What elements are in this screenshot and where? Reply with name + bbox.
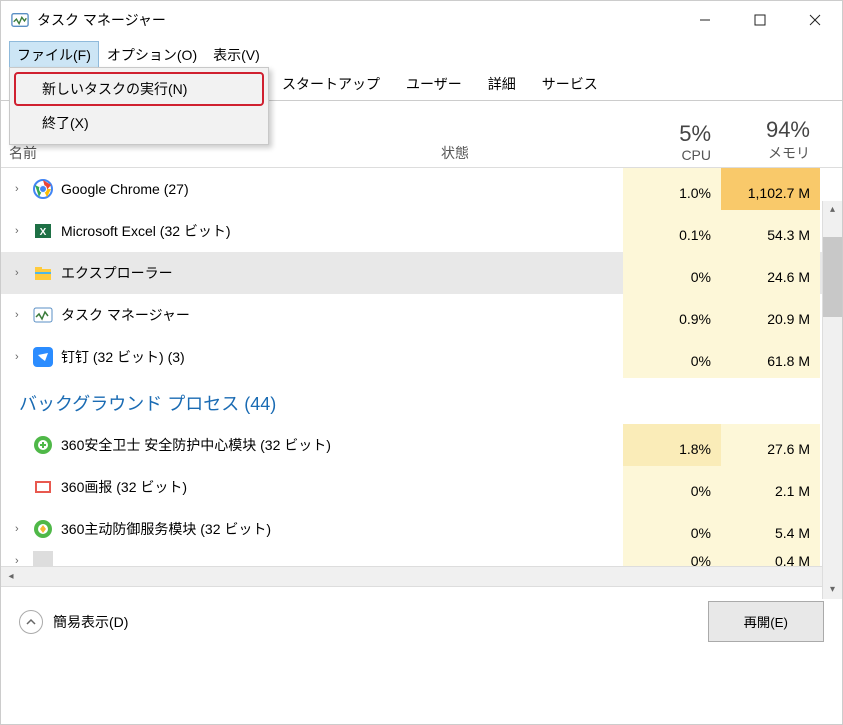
toggle-detail-button[interactable] [19, 610, 43, 634]
header-cpu[interactable]: 5% CPU [623, 101, 721, 167]
table-row[interactable]: › 360主动防御服务模块 (32 ビット) 0%5.4 M [1, 508, 842, 550]
chrome-icon [33, 179, 53, 199]
tab-startup[interactable]: スタートアップ [269, 67, 393, 100]
view-menu[interactable]: 表示(V) [205, 41, 268, 69]
header-cpu-pct: 5% [679, 121, 711, 147]
cpu-cell: 1.8% [623, 424, 721, 466]
titlebar[interactable]: タスク マネージャー [1, 1, 842, 39]
mem-cell: 0.4 M [721, 550, 820, 566]
menubar: ファイル(F) オプション(O) 表示(V) 新しいタスクの実行(N) 終了(X… [1, 39, 842, 71]
restart-button[interactable]: 再開(E) [708, 601, 824, 642]
360def-icon [33, 519, 53, 539]
table-row[interactable]: › タスク マネージャー 0.9%20.9 M [1, 294, 842, 336]
cpu-cell: 0.1% [623, 210, 721, 252]
table-body: › Google Chrome (27) 1.0%1,102.7 M › X Micros… [1, 168, 842, 566]
process-table: 名前 状態 5% CPU 94% メモリ ›Google Chrome (27)… [1, 101, 842, 566]
table-row[interactable]: 360安全卫士 安全防护中心模块 (32 ビット) 1.8%27.6 M [1, 424, 842, 466]
scroll-down-icon[interactable]: ▾ [823, 581, 842, 599]
task-manager-icon [11, 11, 29, 29]
excel-icon: X [33, 221, 53, 241]
table-row[interactable]: › エクスプローラー 0%24.6 M [1, 252, 842, 294]
cpu-cell: 0% [623, 550, 721, 566]
window-controls [677, 3, 842, 38]
new-task-option[interactable]: 新しいタスクの実行(N) [14, 72, 264, 106]
cpu-cell: 0% [623, 508, 721, 550]
table-row[interactable]: 360画报 (32 ビット) 0%2.1 M [1, 466, 842, 508]
close-button[interactable] [787, 3, 842, 38]
mem-cell: 27.6 M [721, 424, 820, 466]
cpu-cell: 0% [623, 466, 721, 508]
process-name: 360画报 (32 ビット) [61, 477, 187, 497]
mem-cell: 24.6 M [721, 252, 820, 294]
expand-icon[interactable]: › [15, 309, 25, 321]
expand-icon[interactable]: › [15, 183, 25, 195]
window-title: タスク マネージャー [37, 10, 677, 30]
header-mem[interactable]: 94% メモリ [721, 101, 820, 167]
header-status[interactable]: 状態 [433, 101, 623, 167]
expand-icon[interactable]: › [15, 225, 25, 237]
cpu-cell: 0% [623, 336, 721, 378]
generic-app-icon [33, 551, 53, 566]
simple-view-label[interactable]: 簡易表示(D) [53, 612, 708, 632]
tab-details[interactable]: 詳細 [475, 67, 529, 100]
header-mem-pct: 94% [766, 117, 810, 143]
mem-cell: 20.9 M [721, 294, 820, 336]
scroll-left-icon[interactable]: ◂ [1, 567, 21, 586]
vertical-scrollbar[interactable]: ▴ ▾ [822, 201, 842, 599]
360pic-icon [33, 477, 53, 497]
tab-users[interactable]: ユーザー [393, 67, 475, 100]
file-menu[interactable]: ファイル(F) [9, 41, 99, 69]
minimize-button[interactable] [677, 3, 732, 38]
expand-icon[interactable]: › [15, 523, 25, 535]
taskmgr-icon [33, 305, 53, 325]
expand-icon[interactable]: › [15, 555, 25, 566]
cpu-cell: 0% [623, 252, 721, 294]
svg-text:X: X [40, 227, 47, 238]
dingtalk-icon [33, 347, 53, 367]
exit-option[interactable]: 終了(X) [14, 106, 264, 140]
maximize-button[interactable] [732, 3, 787, 38]
table-row[interactable]: › Google Chrome (27) 1.0%1,102.7 M [1, 168, 842, 210]
header-cpu-label: CPU [681, 147, 711, 163]
process-name: 360安全卫士 安全防护中心模块 (32 ビット) [61, 435, 331, 455]
process-name: 钉钉 (32 ビット) (3) [61, 347, 185, 367]
bg-section-header: バックグラウンド プロセス (44) [1, 378, 842, 424]
cpu-cell: 1.0% [623, 168, 721, 210]
tab-services[interactable]: サービス [529, 67, 611, 100]
360safe-icon [33, 435, 53, 455]
mem-cell: 1,102.7 M [721, 168, 820, 210]
table-row[interactable]: › 0% 0.4 M [1, 550, 842, 566]
chevron-up-icon [25, 616, 37, 628]
cpu-cell: 0.9% [623, 294, 721, 336]
expand-icon[interactable]: › [15, 267, 25, 279]
statusbar: 簡易表示(D) 再開(E) [1, 586, 842, 656]
mem-cell: 54.3 M [721, 210, 820, 252]
expand-icon[interactable]: › [15, 351, 25, 363]
header-mem-label: メモリ [768, 143, 810, 163]
process-name: Google Chrome (27) [61, 181, 189, 197]
table-row[interactable]: › 钉钉 (32 ビット) (3) 0%61.8 M [1, 336, 842, 378]
mem-cell: 2.1 M [721, 466, 820, 508]
scroll-up-icon[interactable]: ▴ [823, 201, 842, 219]
options-menu[interactable]: オプション(O) [99, 41, 205, 69]
mem-cell: 61.8 M [721, 336, 820, 378]
table-row[interactable]: › X Microsoft Excel (32 ビット) 0.1%54.3 M [1, 210, 842, 252]
file-dropdown: 新しいタスクの実行(N) 終了(X) [9, 67, 269, 145]
process-name: 360主动防御服务模块 (32 ビット) [61, 519, 271, 539]
scrollbar-thumb[interactable] [823, 237, 842, 317]
process-name: エクスプローラー [61, 263, 173, 283]
process-name: タスク マネージャー [61, 305, 190, 325]
explorer-icon [33, 263, 53, 283]
process-name: Microsoft Excel (32 ビット) [61, 221, 231, 241]
horizontal-scrollbar[interactable]: ◂ ▸ [1, 566, 842, 586]
mem-cell: 5.4 M [721, 508, 820, 550]
